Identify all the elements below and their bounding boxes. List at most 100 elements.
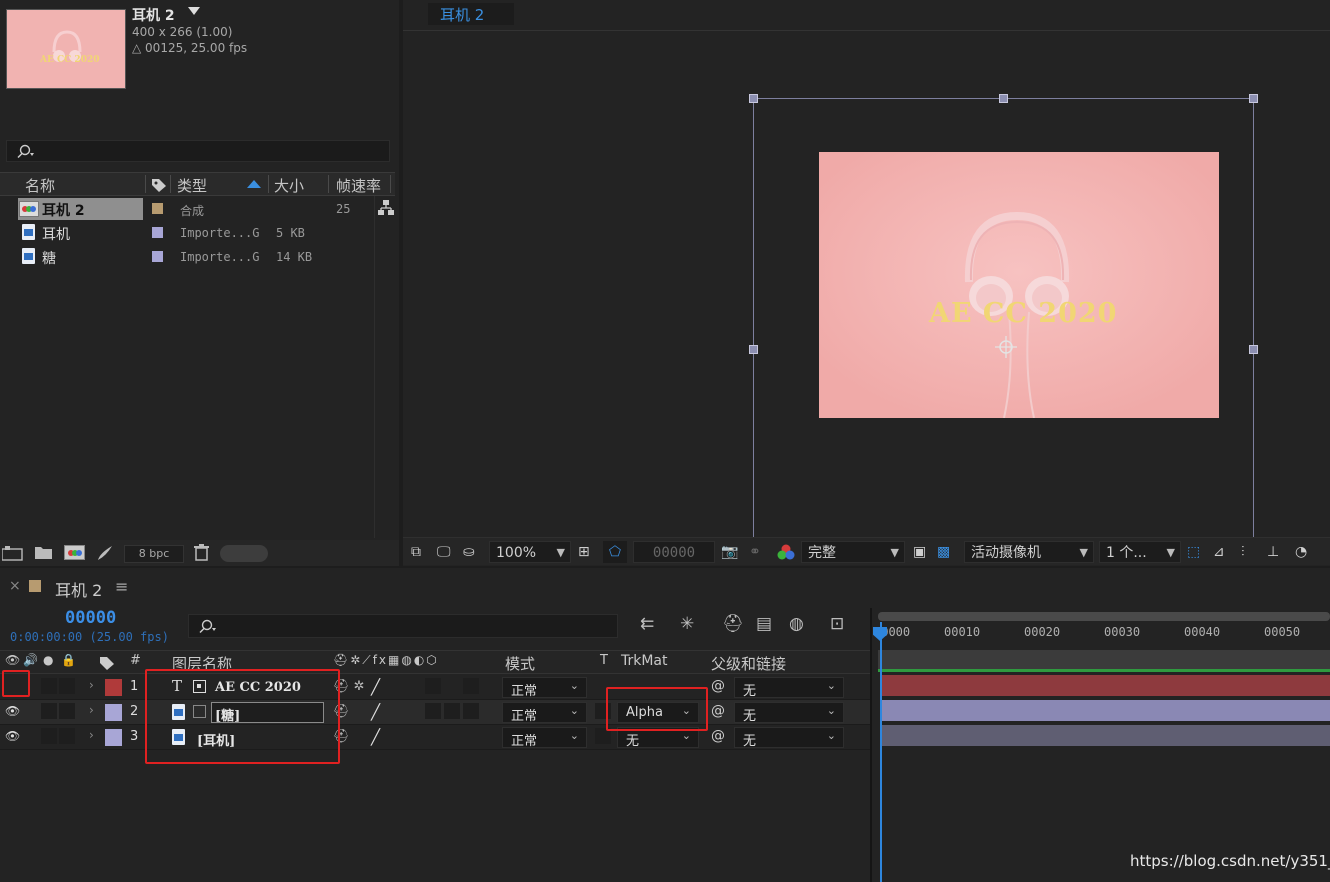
- blend-mode-dropdown[interactable]: 正常 ⌄: [502, 702, 587, 724]
- layer-duration-bar[interactable]: [882, 675, 1330, 696]
- lock-icon[interactable]: 🔒: [61, 653, 76, 667]
- timeline-tab[interactable]: 耳机 2: [55, 577, 102, 601]
- project-item-comp[interactable]: 耳机 2 合成 25: [0, 197, 375, 221]
- parent-dropdown[interactable]: 无 ⌄: [734, 677, 844, 699]
- new-composition-icon[interactable]: [64, 545, 86, 560]
- frame-blending-icon[interactable]: ▤: [756, 614, 772, 634]
- timeline-current-time[interactable]: 00000: [65, 608, 116, 628]
- project-search-input[interactable]: [6, 140, 390, 162]
- graph-editor-icon[interactable]: ⊡: [830, 614, 844, 634]
- viewer-tab[interactable]: 耳机 2: [428, 3, 514, 25]
- viewer-toolbar: ⧉ 🖵 ⛀ 100% ▼ ⊞ ⬠ 00000 📷 ⚭ 完整 ▼ ▣ ▩ 活动摄像机 ▼…: [403, 537, 1330, 565]
- col-trkmat[interactable]: TrkMat: [621, 653, 668, 669]
- parent-dropdown[interactable]: 无 ⌄: [734, 702, 844, 724]
- timeline-icon[interactable]: ⫶: [1241, 541, 1245, 563]
- quality-switch-icon[interactable]: ╱: [371, 678, 380, 696]
- layer-duration-bar[interactable]: [882, 700, 1330, 721]
- project-column-header: 名称 类型 大小 帧速率: [0, 172, 395, 196]
- label-swatch[interactable]: [152, 227, 163, 238]
- col-name[interactable]: 名称: [25, 175, 55, 196]
- parent-pickwhip-icon[interactable]: @: [711, 703, 725, 719]
- flowchart-icon[interactable]: [378, 200, 394, 216]
- reset-exposure-icon[interactable]: ◔: [1295, 541, 1307, 563]
- brush-icon[interactable]: [96, 544, 114, 562]
- solo-icon[interactable]: ●: [43, 653, 53, 667]
- quality-switch-icon[interactable]: ╱: [371, 703, 380, 721]
- region-of-interest-icon[interactable]: ▣: [913, 541, 926, 563]
- interpret-footage-icon[interactable]: [2, 546, 24, 561]
- parent-pickwhip-icon[interactable]: @: [711, 728, 725, 744]
- label-swatch[interactable]: [152, 251, 163, 262]
- col-parent[interactable]: 父级和链接: [711, 653, 786, 674]
- time-navigator[interactable]: [878, 612, 1330, 621]
- camera-dropdown[interactable]: 活动摄像机 ▼: [964, 541, 1094, 563]
- work-area-bar[interactable]: [878, 650, 1330, 670]
- zoom-dropdown[interactable]: 100% ▼: [489, 541, 571, 563]
- monitor-icon[interactable]: 🖵: [437, 541, 451, 563]
- project-item-footage[interactable]: 耳机 Importe...G 5 KB: [0, 221, 375, 245]
- col-size[interactable]: 大小: [274, 175, 304, 196]
- anchor-point-icon[interactable]: [995, 336, 1017, 358]
- transform-handle[interactable]: [999, 94, 1008, 103]
- mask-path-icon[interactable]: ⬠: [603, 541, 627, 563]
- bit-depth-button[interactable]: 8 bpc: [124, 545, 184, 563]
- blend-mode-dropdown[interactable]: 正常 ⌄: [502, 677, 587, 699]
- parent-pickwhip-icon[interactable]: @: [711, 678, 725, 694]
- layer-label-color[interactable]: [105, 679, 122, 696]
- layer-search-input[interactable]: [188, 614, 618, 638]
- transform-handle[interactable]: [1249, 345, 1258, 354]
- resolution-dropdown[interactable]: 完整 ▼: [801, 541, 905, 563]
- mask-icon[interactable]: ⛀: [463, 541, 475, 563]
- layer-row[interactable]: › 1 T AE CC 2020 ⛑ ✲ ╱ 正常 ⌄ @ 无 ⌄: [0, 675, 870, 700]
- comp-dropdown-icon[interactable]: [188, 7, 200, 15]
- snapshot-icon[interactable]: ⚭: [749, 541, 761, 563]
- rgb-channels-icon[interactable]: [777, 544, 795, 561]
- canvas-text-layer[interactable]: AE CC 2020: [929, 298, 1117, 329]
- expand-arrow-icon[interactable]: ›: [89, 703, 94, 717]
- transparency-grid-icon[interactable]: ▩: [937, 541, 950, 563]
- new-folder-icon[interactable]: [35, 545, 53, 560]
- transform-handle[interactable]: [749, 94, 758, 103]
- project-item-type: 合成: [180, 204, 205, 218]
- camera-icon[interactable]: 📷: [721, 541, 738, 563]
- project-item-footage[interactable]: 糖 Importe...G 14 KB: [0, 245, 375, 269]
- current-time-indicator[interactable]: [880, 622, 882, 882]
- fast-previews-icon[interactable]: ⊿: [1213, 541, 1225, 563]
- panel-menu-icon[interactable]: ≡: [115, 577, 128, 596]
- grid-icon[interactable]: ⊞: [578, 541, 590, 563]
- col-fps[interactable]: 帧速率: [336, 175, 381, 196]
- quality-switch-icon[interactable]: ╱: [371, 728, 380, 746]
- audio-icon[interactable]: 🔊: [23, 653, 38, 667]
- hide-shy-layers-icon[interactable]: ⛑: [722, 614, 744, 634]
- toggle-pixel-aspect-icon[interactable]: ⬚: [1187, 541, 1200, 563]
- transform-handle[interactable]: [1249, 94, 1258, 103]
- visibility-eye-icon[interactable]: 👁: [5, 704, 20, 718]
- video-eye-icon[interactable]: 👁: [5, 653, 20, 667]
- layer-label-color[interactable]: [105, 729, 122, 746]
- col-type[interactable]: 类型: [177, 175, 207, 196]
- composition-mini-flowchart-icon[interactable]: ⇇: [640, 614, 654, 634]
- draft-3d-icon[interactable]: ✳: [680, 614, 694, 634]
- visibility-eye-icon[interactable]: 👁: [5, 729, 20, 743]
- close-tab-icon[interactable]: ×: [9, 578, 21, 594]
- blend-mode-dropdown[interactable]: 正常 ⌄: [502, 727, 587, 749]
- layer-row[interactable]: 👁 › 3 [耳机] ⛑ ╱ 正常 ⌄ 无 ⌄ @ 无 ⌄: [0, 725, 870, 750]
- timeline-ruler-area[interactable]: 00000 00010 00020 00030 00040 00050: [872, 608, 1330, 882]
- layer-duration-bar[interactable]: [882, 725, 1330, 746]
- parent-dropdown[interactable]: 无 ⌄: [734, 727, 844, 749]
- horizontal-scrollbar[interactable]: [220, 545, 268, 562]
- expand-arrow-icon[interactable]: ›: [89, 728, 94, 742]
- views-dropdown[interactable]: 1 个... ▼: [1099, 541, 1181, 563]
- trash-icon[interactable]: [194, 544, 209, 561]
- layer-label-color[interactable]: [105, 704, 122, 721]
- expand-arrow-icon[interactable]: ›: [89, 678, 94, 692]
- layer-row[interactable]: 👁 › 2 [糖] ⛑ ╱ 正常 ⌄ Alpha ⌄ @ 无 ⌄: [0, 700, 870, 725]
- composition-canvas[interactable]: AE CC 2020: [819, 152, 1219, 418]
- always-preview-icon[interactable]: ⧉: [411, 541, 421, 563]
- label-swatch[interactable]: [152, 203, 163, 214]
- current-time-display[interactable]: 00000: [633, 541, 715, 563]
- col-mode[interactable]: 模式: [505, 653, 535, 674]
- flowchart-icon[interactable]: ⊥: [1267, 541, 1279, 563]
- motion-blur-icon[interactable]: ◍: [789, 614, 804, 634]
- transform-handle[interactable]: [749, 345, 758, 354]
